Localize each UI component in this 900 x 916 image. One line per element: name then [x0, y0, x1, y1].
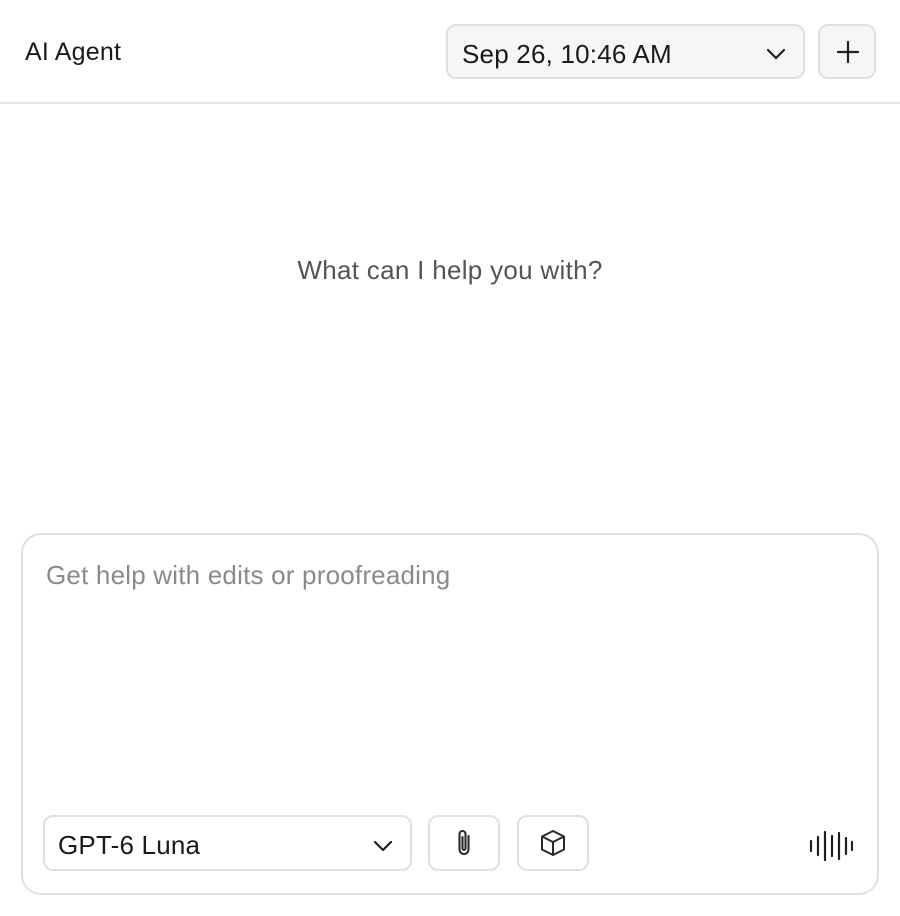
audio-waveform-icon — [809, 830, 853, 862]
model-selector[interactable]: GPT-6 Luna — [43, 815, 412, 871]
new-chat-button[interactable] — [818, 24, 876, 79]
attach-file-button[interactable] — [428, 815, 500, 871]
chevron-down-icon — [766, 48, 786, 60]
paperclip-icon — [458, 830, 470, 856]
message-input[interactable] — [46, 559, 846, 799]
cube-icon — [541, 830, 565, 856]
plus-icon — [837, 41, 859, 63]
header: AI Agent Sep 26, 10:46 AM — [0, 0, 900, 104]
chevron-down-icon — [373, 840, 393, 852]
session-selector[interactable]: Sep 26, 10:46 AM — [446, 24, 805, 79]
ai-agent-panel: AI Agent Sep 26, 10:46 AM What can I hel… — [0, 0, 900, 916]
add-context-button[interactable] — [517, 815, 589, 871]
empty-state-prompt: What can I help you with? — [297, 255, 603, 285]
voice-input-button[interactable] — [803, 825, 857, 867]
session-selector-value: Sep 26, 10:46 AM — [462, 39, 672, 69]
message-composer: GPT-6 Luna — [21, 533, 879, 895]
panel-title: AI Agent — [25, 38, 122, 66]
model-selector-value: GPT-6 Luna — [58, 830, 201, 860]
